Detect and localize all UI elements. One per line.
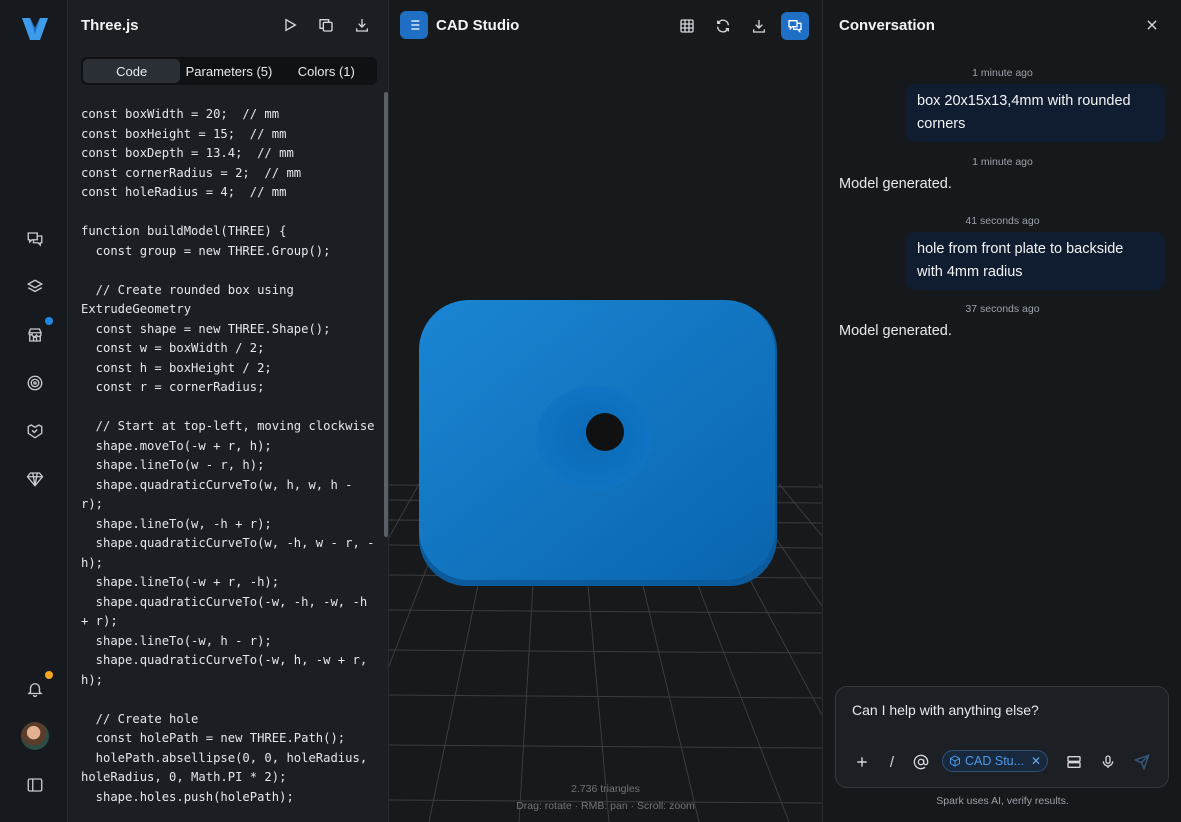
code-line: + r); [81, 614, 118, 628]
message-timestamp: 41 seconds ago [965, 215, 1040, 227]
code-line: const boxHeight = 15; // mm [81, 126, 287, 141]
navigation-hint: Drag: rotate · RMB: pan · Scroll: zoom [516, 800, 695, 812]
bell-icon[interactable] [22, 676, 48, 702]
code-line: shape.moveTo(-w + r, h); [81, 438, 272, 453]
ai-disclaimer: Spark uses AI, verify results. [936, 795, 1069, 807]
user-message: box 20x15x13,4mm with rounded corners [905, 84, 1165, 142]
code-line: shape.quadraticCurveTo(-w, h, -w + r, [81, 653, 368, 667]
code-line: shape.lineTo(w, -h + r); [81, 516, 272, 531]
cube-icon [950, 755, 960, 767]
code-line: const group = new THREE.Group(); [81, 243, 331, 258]
app-rail [0, 0, 68, 822]
code-line: const holePath = new THREE.Path(); [81, 731, 346, 745]
code-line: const r = cornerRadius; [81, 380, 265, 394]
context-chip-label: CAD Stu... [965, 754, 1025, 768]
tab-code[interactable]: Code [83, 59, 181, 83]
code-line: h); [81, 555, 104, 570]
conversation-toggle-icon[interactable] [781, 12, 809, 40]
code-line: holePath.absellipse(0, 0, holeRadius, [81, 750, 368, 765]
code-line: ExtrudeGeometry [81, 302, 192, 316]
context-chip[interactable]: CAD Stu... ✕ [942, 750, 1048, 772]
chip-remove-icon[interactable]: ✕ [1031, 754, 1041, 768]
triangle-count: 2.736 triangles [571, 783, 640, 795]
3d-viewport[interactable]: CAD Studio 2.736 triangles Drag: rotate … [389, 0, 822, 822]
code-line: const boxDepth = 13.4; // mm [81, 146, 294, 160]
run-icon[interactable] [278, 13, 302, 37]
tab-colors[interactable]: Colors (1) [278, 59, 375, 83]
code-panel-title: Three.js [81, 17, 139, 34]
user-message: hole from front plate to backside with 4… [905, 232, 1165, 290]
handshake-icon[interactable] [22, 418, 48, 444]
viewport-canvas [389, 300, 822, 822]
slash-command-icon[interactable]: / [881, 751, 903, 773]
notification-badge [45, 671, 53, 679]
code-line: shape.lineTo(-w, h - r); [81, 633, 272, 648]
storage-icon[interactable] [1063, 751, 1085, 773]
download-icon[interactable] [350, 13, 374, 37]
refresh-icon[interactable] [709, 12, 737, 40]
grid-icon[interactable] [673, 12, 701, 40]
code-line: const holeRadius = 4; // mm [81, 185, 287, 199]
message-timestamp: 1 minute ago [972, 67, 1033, 79]
add-icon[interactable] [851, 751, 873, 773]
code-line: // Start at top-left, moving clockwise [81, 419, 375, 433]
code-editor[interactable]: const boxWidth = 20; // mm const boxHeigh… [81, 105, 377, 807]
store-badge [45, 317, 53, 325]
logo-icon[interactable] [18, 12, 52, 46]
code-line: holeRadius, 0, Math.PI * 2); [81, 770, 287, 784]
code-scrollbar[interactable] [384, 92, 388, 537]
code-line: r); [81, 497, 104, 511]
code-line: // Create hole [81, 711, 199, 726]
tab-parameters[interactable]: Parameters (5) [180, 59, 277, 83]
code-line: shape.lineTo(w - r, h); [81, 458, 265, 472]
code-line: const shape = new THREE.Shape(); [81, 321, 331, 336]
code-line: h); [81, 672, 104, 687]
copy-icon[interactable] [314, 13, 338, 37]
layers-icon[interactable] [22, 274, 48, 300]
target-icon[interactable] [22, 370, 48, 396]
composer-input[interactable]: Can I help with anything else? [852, 702, 1039, 718]
code-line: function buildModel(THREE) { [81, 224, 287, 238]
assistant-message: Model generated. [839, 323, 952, 339]
code-line: const cornerRadius = 2; // mm [81, 165, 302, 180]
code-line: shape.quadraticCurveTo(-w, -h, -w, -h [81, 594, 368, 609]
export-icon[interactable] [745, 12, 773, 40]
message-timestamp: 1 minute ago [972, 156, 1033, 168]
message-timestamp: 37 seconds ago [965, 303, 1040, 315]
conversation-title: Conversation [839, 17, 935, 34]
message-composer[interactable]: Can I help with anything else? / CAD Stu… [835, 686, 1169, 788]
mention-icon[interactable] [910, 751, 932, 773]
avatar[interactable] [21, 722, 49, 750]
assistant-message: Model generated. [839, 176, 952, 192]
send-icon[interactable] [1131, 751, 1153, 773]
conversation-panel: Conversation 1 minute ago box 20x15x13,4… [822, 0, 1181, 822]
store-icon[interactable] [22, 322, 48, 348]
code-line: shape.quadraticCurveTo(w, h, w, h - [81, 477, 353, 492]
chat-icon[interactable] [22, 226, 48, 252]
code-line: const w = boxWidth / 2; [81, 341, 265, 355]
diamond-icon[interactable] [22, 466, 48, 492]
code-line: shape.quadraticCurveTo(w, -h, w - r, - [81, 536, 375, 550]
code-line: shape.holes.push(holePath); [81, 789, 294, 804]
code-line: shape.lineTo(-w + r, -h); [81, 575, 280, 589]
code-line: // Create rounded box using [81, 282, 294, 297]
viewport-title: CAD Studio [436, 17, 520, 34]
close-icon[interactable] [1141, 14, 1163, 36]
through-hole [586, 413, 624, 451]
code-line: const boxWidth = 20; // mm [81, 107, 280, 121]
code-line: const h = boxHeight / 2; [81, 360, 272, 375]
menu-icon[interactable] [400, 11, 428, 39]
code-panel: Three.js Code Parameters (5) Colors (1) … [68, 0, 389, 822]
microphone-icon[interactable] [1097, 751, 1119, 773]
code-tabs: Code Parameters (5) Colors (1) [81, 57, 377, 85]
sidebar-toggle-icon[interactable] [22, 772, 48, 798]
